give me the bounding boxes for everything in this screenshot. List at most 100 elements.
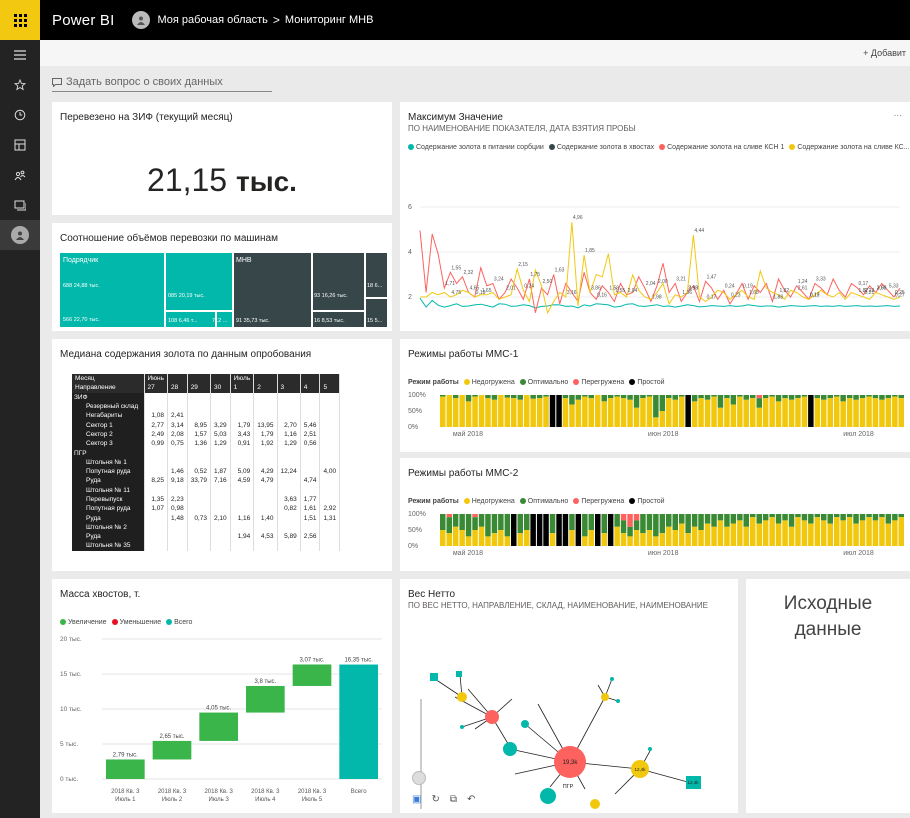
matrix-cell: 2,92 (319, 504, 341, 514)
stacked-bar-segment (840, 401, 846, 427)
tile-waterfall[interactable]: Масса хвостов, т. Увеличение Уменьшение … (52, 579, 392, 813)
nav-apps[interactable] (0, 130, 40, 160)
matrix-cell (277, 513, 301, 523)
matrix-row[interactable]: Руда 1,94 4,53 5,89 2,56 (72, 532, 341, 542)
matrix-row[interactable]: Руда 1,48 0,73 2,10 1,16 1,40 1,51 1,31 (72, 513, 341, 523)
matrix-cell (300, 485, 321, 495)
stacked-bar-segment (743, 399, 749, 427)
matrix-cell (167, 485, 188, 495)
add-tile-button[interactable]: + Добавит (863, 48, 906, 58)
stacked-bar-segment (769, 396, 775, 427)
matrix-row[interactable]: Попутная руда 1,46 0,52 1,87 5,09 4,29 12,24 4,… (72, 466, 341, 477)
stacked-bar-segment (472, 514, 478, 518)
refresh-icon[interactable]: ↻ (431, 794, 439, 805)
treemap-cell-mnv-3[interactable] (365, 253, 387, 298)
treemap-cell-mnv-2[interactable] (312, 253, 364, 311)
stacked-bar-segment (659, 395, 666, 411)
tile-matrix[interactable]: Медиана содержания золота по данным опро… (52, 339, 392, 571)
tile-mms2[interactable]: Режимы работы ММС-2 Режим работы Недогру… (400, 458, 910, 571)
nav-my-workspace[interactable] (0, 220, 40, 250)
matrix-row[interactable]: Резервный склад (72, 401, 341, 412)
nav-workspaces[interactable] (0, 190, 40, 220)
matrix-row[interactable]: Руда 8,25 9,18 33,79 7,16 4,59 4,79 4,74 (72, 476, 341, 486)
stacked-bar-segment (485, 514, 491, 537)
back-icon[interactable]: ↶ (467, 794, 475, 805)
matrix-cell: 2,70 (277, 420, 301, 430)
qa-box[interactable]: Задать вопрос о своих данных (52, 76, 272, 92)
stacked-bar-segment (840, 514, 846, 521)
tile-text[interactable]: Исходные данные (746, 579, 910, 813)
matrix-row[interactable]: Сектор 3 0,99 0,75 1,36 1,29 0,91 1,92 1,29 0,56 (72, 439, 341, 449)
matrix-row[interactable]: ЗИФ (72, 392, 341, 402)
matrix-row[interactable]: ПГР (72, 448, 341, 458)
tile-kpi[interactable]: Перевезено на ЗИФ (текущий месяц) 21,15 … (52, 102, 392, 215)
tile-treemap[interactable]: Соотношение объёмов перевозки по машинам… (52, 223, 392, 331)
tile-mms1[interactable]: Режимы работы ММС-1 Режим работы Недогру… (400, 339, 910, 452)
stacked-bar-segment (788, 395, 795, 400)
stacked-bar-segment (472, 530, 478, 546)
line-data-label: 1,71 (445, 281, 455, 287)
matrix-row[interactable]: Штольня № 2 (72, 522, 341, 533)
treemap-cell-mnv-1[interactable] (233, 253, 311, 327)
line-data-label: 0,24 (524, 283, 534, 289)
nav-favorites[interactable] (0, 70, 40, 100)
stacked-bar-segment (530, 395, 536, 399)
stacked-bar-segment (801, 514, 808, 521)
matrix-row[interactable]: Сектор 1 2,77 3,14 8,95 3,29 1,79 13,95 2,70 5,4… (72, 420, 341, 430)
stacked-bar-segment (859, 398, 866, 427)
stacked-bar-segment (607, 514, 614, 546)
matrix-row[interactable]: Штольня № 11 (72, 485, 341, 495)
matrix-cell (187, 485, 211, 495)
export-icon[interactable]: ⧉ (450, 794, 457, 805)
breadcrumb-dashboard[interactable]: Мониторинг МНВ (285, 14, 374, 26)
tile-network[interactable]: Вес Нетто ПО ВЕС НЕТТО, НАПРАВЛЕНИЕ, СКЛ… (400, 579, 738, 813)
stacked-bar-segment (640, 514, 646, 534)
stacked-bar-segment (704, 399, 711, 427)
nav-menu[interactable] (0, 40, 40, 70)
matrix-cell: 5,09 (230, 466, 255, 477)
stacked-bar-segment (646, 514, 653, 530)
stacked-bar-segment (853, 523, 859, 546)
matrix-header-cell: Месяц (72, 374, 145, 384)
matrix-cell: 2,08 (167, 429, 188, 440)
matrix-cell: 1,79 (230, 420, 255, 430)
matrix-row[interactable]: Штольня № 35 (72, 541, 341, 551)
matrix-row[interactable]: Сектор 2 2,49 2,08 1,57 5,03 3,43 1,79 1,16 2,51 (72, 429, 341, 440)
qa-placeholder: Задать вопрос о своих данных (66, 76, 223, 88)
treemap-cell-contractor-2[interactable] (166, 253, 232, 311)
treemap-cell-contractor-1[interactable] (60, 253, 165, 327)
matrix-row[interactable]: Попутная руда 1,07 0,98 0,82 1,61 2,92 (72, 504, 341, 514)
stacked-bar-segment (756, 407, 762, 427)
waterfall-xtick-label: Июль 3 (209, 797, 230, 803)
stacked-ytick-label: 50% (408, 527, 422, 534)
matrix-cell (253, 541, 278, 551)
breadcrumb-workspace[interactable]: Моя рабочая область (157, 14, 267, 26)
stacked-bar-segment (517, 533, 523, 546)
nav-shared[interactable] (0, 160, 40, 190)
stacked-bar-segment (898, 514, 904, 518)
line-data-label: 0,19 (743, 283, 753, 289)
matrix-row[interactable]: Перевыпуск 1,35 2,23 3,63 1,77 (72, 494, 341, 505)
matrix-row[interactable]: Штольня № 1 (72, 457, 341, 467)
matrix-row[interactable]: Негабариты 1,08 2,41 (72, 411, 341, 421)
nav-recent[interactable] (0, 100, 40, 130)
matrix-row-label: ПГР (72, 448, 145, 458)
matrix-row-label: Руда (72, 513, 145, 523)
stacked-bar-segment (698, 395, 704, 399)
stacked-bar-segment (685, 514, 691, 534)
stacked-bar-segment (821, 520, 827, 546)
stacked-bar-segment (569, 404, 575, 427)
waterfall-bar (106, 759, 145, 779)
app-launcher-button[interactable] (0, 0, 40, 40)
zoom-slider-track (420, 699, 422, 809)
matrix-cell (230, 485, 255, 495)
stacked-bar-segment (866, 396, 872, 427)
tile-line-chart[interactable]: Максимум Значение ПО НАИМЕНОВАНИЕ ПОКАЗА… (400, 102, 910, 331)
zoom-slider-knob[interactable] (412, 771, 426, 785)
image-icon[interactable]: ▣ (412, 794, 421, 805)
stacked-bar-segment (582, 536, 588, 546)
stacked-bar-segment (879, 514, 885, 518)
stacked-bar-segment (775, 514, 782, 524)
stacked-bar-segment (698, 530, 704, 546)
stacked-bar-segment (762, 520, 769, 546)
